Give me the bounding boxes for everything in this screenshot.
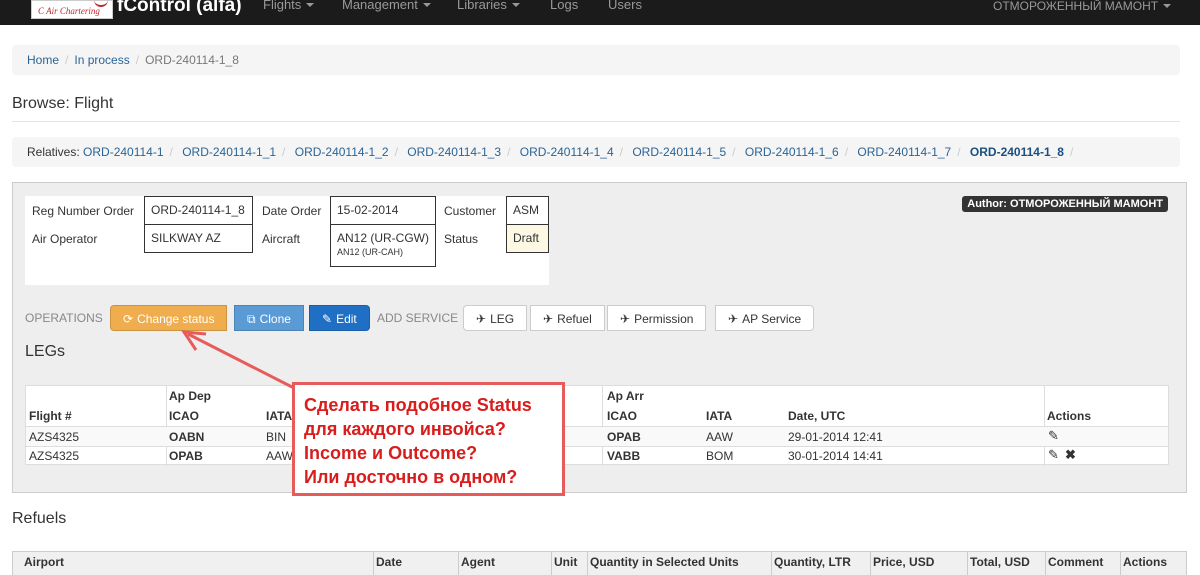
- caret-down-icon: [511, 3, 520, 7]
- relatives-label: Relatives:: [27, 145, 80, 159]
- nav-management[interactable]: Management: [342, 0, 431, 12]
- nav-flights[interactable]: Flights: [263, 0, 315, 12]
- header-date: Date, UTC: [788, 409, 846, 423]
- plane-icon: ✈: [476, 312, 487, 326]
- header-iata-arr: IATA: [706, 409, 733, 423]
- relatives-bar: Relatives: ORD-240114-1/ ORD-240114-1_1/…: [12, 137, 1180, 167]
- navbar: C Air Chartering fControl (alfa) Flights…: [0, 0, 1200, 25]
- operations-label: OPERATIONS: [25, 311, 103, 325]
- aircraft-value: AN12 (UR-CGW) AN12 (UR-CAH): [330, 224, 436, 267]
- breadcrumb-current: ORD-240114-1_8: [145, 53, 239, 67]
- customer-label: Customer: [444, 204, 497, 218]
- legs-title: LEGs: [25, 343, 66, 360]
- date-order-value: 15-02-2014: [330, 196, 436, 225]
- annotation-note: Сделать подобное Status для каждого инво…: [292, 382, 565, 496]
- header-flight: Flight #: [29, 409, 72, 423]
- edit-icon[interactable]: ✎: [1048, 428, 1059, 444]
- relative-link[interactable]: ORD-240114-1_5: [632, 145, 726, 159]
- relative-link-current[interactable]: ORD-240114-1_8: [970, 145, 1064, 159]
- annotation-arrow: [181, 330, 295, 390]
- add-permission-button[interactable]: ✈ Permission: [607, 305, 707, 331]
- add-ap-service-button[interactable]: ✈ AP Service: [715, 305, 815, 331]
- header-icao-dep: ICAO: [169, 409, 199, 423]
- copy-icon: ⧉: [247, 312, 256, 326]
- breadcrumb-home[interactable]: Home: [27, 53, 59, 67]
- breadcrumb: Home / In process / ORD-240114-1_8: [12, 45, 1180, 75]
- relative-link[interactable]: ORD-240114-1_2: [295, 145, 389, 159]
- air-operator-label: Air Operator: [32, 232, 98, 246]
- refuels-table: Airport Date Agent Unit Quantity in Sele…: [12, 551, 1187, 575]
- relative-link[interactable]: ORD-240114-1_4: [520, 145, 614, 159]
- page-title: Browse: Flight: [12, 95, 114, 112]
- add-refuel-button[interactable]: ✈ Refuel: [530, 305, 605, 331]
- relative-link[interactable]: ORD-240114-1_6: [745, 145, 839, 159]
- edit-button[interactable]: ✎ Edit: [309, 305, 370, 331]
- relative-link[interactable]: ORD-240114-1: [83, 145, 163, 159]
- customer-value: ASM: [506, 196, 549, 225]
- plane-icon: ✈: [543, 312, 554, 326]
- relative-link[interactable]: ORD-240114-1_3: [407, 145, 501, 159]
- aircraft-label: Aircraft: [262, 232, 301, 246]
- brand-logo[interactable]: C Air Chartering: [31, 0, 113, 19]
- divider: [12, 121, 1180, 122]
- refuels-title: Refuels: [12, 510, 67, 527]
- relative-link[interactable]: ORD-240114-1_7: [857, 145, 951, 159]
- delete-icon[interactable]: ✖: [1065, 447, 1076, 463]
- legs-table: Ap Dep Ap Arr Flight # ICAO IATA ICAO IA…: [25, 385, 1169, 466]
- group-ap-arr: Ap Arr: [607, 389, 644, 403]
- header-iata-dep: IATA: [266, 409, 293, 423]
- reg-number-label: Reg Number Order: [32, 204, 135, 218]
- author-badge: Author: ОТМОРОЖЕННЫЙ МАМОНТ: [962, 196, 1168, 212]
- logo-text: C Air Chartering: [38, 6, 100, 16]
- breadcrumb-in-process[interactable]: In process: [74, 53, 129, 67]
- nav-users[interactable]: Users: [608, 0, 642, 12]
- refresh-icon: ⟳: [123, 312, 134, 326]
- order-info: Reg Number Order ORD-240114-1_8 Date Ord…: [25, 196, 549, 285]
- header-actions: Actions: [1047, 409, 1092, 423]
- edit-icon: ✎: [322, 312, 333, 326]
- nav-logs[interactable]: Logs: [550, 0, 578, 12]
- header-icao-arr: ICAO: [607, 409, 637, 423]
- edit-icon[interactable]: ✎: [1048, 447, 1059, 463]
- nav-libraries[interactable]: Libraries: [457, 0, 520, 12]
- date-order-label: Date Order: [262, 204, 322, 218]
- reg-number-value: ORD-240114-1_8: [144, 196, 253, 225]
- air-operator-value: SILKWAY AZ: [144, 224, 253, 253]
- status-value: Draft: [506, 224, 549, 253]
- caret-down-icon: [306, 3, 315, 7]
- status-label: Status: [444, 232, 479, 246]
- relative-link[interactable]: ORD-240114-1_1: [182, 145, 276, 159]
- add-service-label: ADD SERVICE: [377, 311, 459, 325]
- add-leg-button[interactable]: ✈ LEG: [463, 305, 528, 331]
- plane-icon: ✈: [728, 312, 739, 326]
- nav-user-menu[interactable]: ОТМОРОЖЕННЫЙ МАМОНТ: [993, 0, 1172, 13]
- aircraft-sub-value: AN12 (UR-CAH): [337, 247, 404, 257]
- plane-icon: ✈: [620, 312, 631, 326]
- caret-down-icon: [422, 3, 431, 7]
- caret-down-icon: [1163, 4, 1172, 8]
- brand-title[interactable]: fControl (alfa): [117, 0, 242, 17]
